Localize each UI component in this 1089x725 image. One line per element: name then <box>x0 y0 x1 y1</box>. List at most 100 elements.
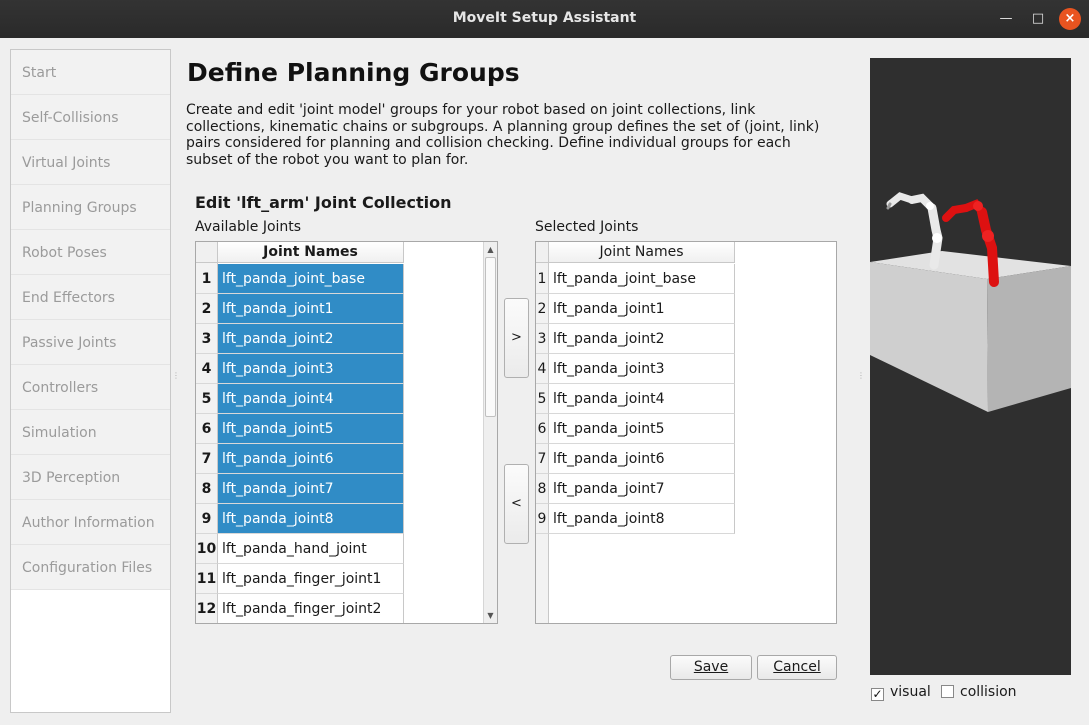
window-title: MoveIt Setup Assistant <box>452 10 637 26</box>
title-bar: MoveIt Setup Assistant — □ × <box>0 0 1089 38</box>
left-splitter-handle[interactable]: ⋮ <box>172 372 180 380</box>
joint-name-cell[interactable]: lft_panda_joint5 <box>218 414 404 444</box>
row-number: 4 <box>196 354 218 384</box>
cancel-button-label: Cancel <box>773 659 821 675</box>
sidebar-item-planning-groups[interactable]: Planning Groups <box>11 185 170 230</box>
available-joints-table[interactable]: Joint Names 1 lft_panda_joint_base 2 lft_pa… <box>195 241 498 624</box>
joint-name-cell[interactable]: lft_panda_hand_joint <box>218 534 404 564</box>
row-number: 5 <box>536 384 549 414</box>
joint-name-cell[interactable]: lft_panda_joint4 <box>549 384 735 414</box>
page-title: Define Planning Groups <box>187 58 520 87</box>
table-row[interactable]: 6 lft_panda_joint5 <box>536 414 735 444</box>
table-row[interactable]: 7 lft_panda_joint6 <box>536 444 735 474</box>
close-icon[interactable]: × <box>1059 8 1081 30</box>
visual-checkbox[interactable]: ✓ visual <box>871 684 931 701</box>
row-number: 3 <box>536 324 549 354</box>
sidebar-item-virtual-joints[interactable]: Virtual Joints <box>11 140 170 185</box>
sidebar-item-configuration-files[interactable]: Configuration Files <box>11 545 170 590</box>
table-row[interactable]: 10 lft_panda_hand_joint <box>196 534 404 564</box>
table-row[interactable]: 12 lft_panda_finger_joint2 <box>196 594 404 623</box>
joint-name-cell[interactable]: lft_panda_joint7 <box>218 474 404 504</box>
selected-joints-table[interactable]: Joint Names 1 lft_panda_joint_base 2 lft_pa… <box>535 241 837 624</box>
joint-name-cell[interactable]: lft_panda_joint3 <box>549 354 735 384</box>
sidebar-nav: Start Self-Collisions Virtual Joints Pla… <box>10 49 171 713</box>
sidebar-item-robot-poses[interactable]: Robot Poses <box>11 230 170 275</box>
save-button[interactable]: Save <box>670 655 752 680</box>
row-number: 4 <box>536 354 549 384</box>
section-title: Edit 'lft_arm' Joint Collection <box>195 193 452 212</box>
right-splitter-handle[interactable]: ⋮ <box>857 372 865 380</box>
joint-name-cell[interactable]: lft_panda_joint_base <box>549 264 735 294</box>
joint-name-cell[interactable]: lft_panda_joint8 <box>549 504 735 534</box>
scroll-up-icon[interactable]: ▲ <box>484 243 497 256</box>
joint-name-cell[interactable]: lft_panda_joint3 <box>218 354 404 384</box>
remove-joint-button[interactable]: < <box>504 464 529 544</box>
robot-3d-viewer[interactable] <box>870 58 1071 675</box>
joint-name-cell[interactable]: lft_panda_joint_base <box>218 264 404 294</box>
joint-name-cell[interactable]: lft_panda_finger_joint1 <box>218 564 404 594</box>
column-header-joint-names[interactable]: Joint Names <box>218 242 404 263</box>
table-corner <box>196 242 218 263</box>
minimize-icon[interactable]: — <box>995 8 1017 30</box>
table-row[interactable]: 9 lft_panda_joint8 <box>536 504 735 534</box>
joint-name-cell[interactable]: lft_panda_joint4 <box>218 384 404 414</box>
table-row[interactable]: 3 lft_panda_joint2 <box>196 324 404 354</box>
cancel-button[interactable]: Cancel <box>757 655 837 680</box>
joint-name-cell[interactable]: lft_panda_joint6 <box>218 444 404 474</box>
add-joint-button[interactable]: > <box>504 298 529 378</box>
scroll-down-icon[interactable]: ▼ <box>484 609 497 622</box>
joint-name-cell[interactable]: lft_panda_joint2 <box>549 324 735 354</box>
row-number: 1 <box>196 264 218 294</box>
table-row[interactable]: 4 lft_panda_joint3 <box>196 354 404 384</box>
row-number: 6 <box>196 414 218 444</box>
maximize-icon[interactable]: □ <box>1027 8 1049 30</box>
row-number: 9 <box>196 504 218 534</box>
sidebar-item-controllers[interactable]: Controllers <box>11 365 170 410</box>
row-number: 3 <box>196 324 218 354</box>
table-row[interactable]: 8 lft_panda_joint7 <box>536 474 735 504</box>
selected-joints-label: Selected Joints <box>535 219 639 235</box>
table-row[interactable]: 9 lft_panda_joint8 <box>196 504 404 534</box>
row-number: 5 <box>196 384 218 414</box>
sidebar-item-3d-perception[interactable]: 3D Perception <box>11 455 170 500</box>
table-row[interactable]: 6 lft_panda_joint5 <box>196 414 404 444</box>
table-row[interactable]: 4 lft_panda_joint3 <box>536 354 735 384</box>
row-number: 7 <box>196 444 218 474</box>
table-row[interactable]: 1 lft_panda_joint_base <box>536 264 735 294</box>
sidebar-item-self-collisions[interactable]: Self-Collisions <box>11 95 170 140</box>
sidebar-item-end-effectors[interactable]: End Effectors <box>11 275 170 320</box>
table-front <box>870 262 988 412</box>
table-row[interactable]: 2 lft_panda_joint1 <box>196 294 404 324</box>
table-row[interactable]: 5 lft_panda_joint4 <box>536 384 735 414</box>
joint-name-cell[interactable]: lft_panda_joint5 <box>549 414 735 444</box>
table-row[interactable]: 11 lft_panda_finger_joint1 <box>196 564 404 594</box>
row-number: 6 <box>536 414 549 444</box>
sidebar-item-start[interactable]: Start <box>11 50 170 95</box>
sidebar-item-simulation[interactable]: Simulation <box>11 410 170 455</box>
joint-name-cell[interactable]: lft_panda_joint1 <box>549 294 735 324</box>
table-row[interactable]: 3 lft_panda_joint2 <box>536 324 735 354</box>
table-row[interactable]: 7 lft_panda_joint6 <box>196 444 404 474</box>
visual-checkbox-box[interactable]: ✓ <box>871 688 884 701</box>
table-row[interactable]: 1 lft_panda_joint_base <box>196 264 404 294</box>
joint-name-cell[interactable]: lft_panda_joint6 <box>549 444 735 474</box>
table-row[interactable]: 8 lft_panda_joint7 <box>196 474 404 504</box>
table-side <box>987 266 1071 412</box>
sidebar-item-author-information[interactable]: Author Information <box>11 500 170 545</box>
scrollbar-thumb[interactable] <box>485 257 496 417</box>
collision-checkbox-box[interactable] <box>941 685 954 698</box>
collision-checkbox[interactable]: collision <box>941 684 1017 700</box>
joint-name-cell[interactable]: lft_panda_joint8 <box>218 504 404 534</box>
joint-name-cell[interactable]: lft_panda_joint7 <box>549 474 735 504</box>
joint-name-cell[interactable]: lft_panda_joint2 <box>218 324 404 354</box>
row-number: 1 <box>536 264 549 294</box>
column-header-joint-names[interactable]: Joint Names <box>549 242 735 263</box>
row-number: 10 <box>196 534 218 564</box>
joint-name-cell[interactable]: lft_panda_joint1 <box>218 294 404 324</box>
table-row[interactable]: 5 lft_panda_joint4 <box>196 384 404 414</box>
sidebar-item-passive-joints[interactable]: Passive Joints <box>11 320 170 365</box>
joint-name-cell[interactable]: lft_panda_finger_joint2 <box>218 594 404 623</box>
row-number: 8 <box>196 474 218 504</box>
available-table-scrollbar[interactable]: ▲ ▼ <box>483 242 497 623</box>
table-row[interactable]: 2 lft_panda_joint1 <box>536 294 735 324</box>
